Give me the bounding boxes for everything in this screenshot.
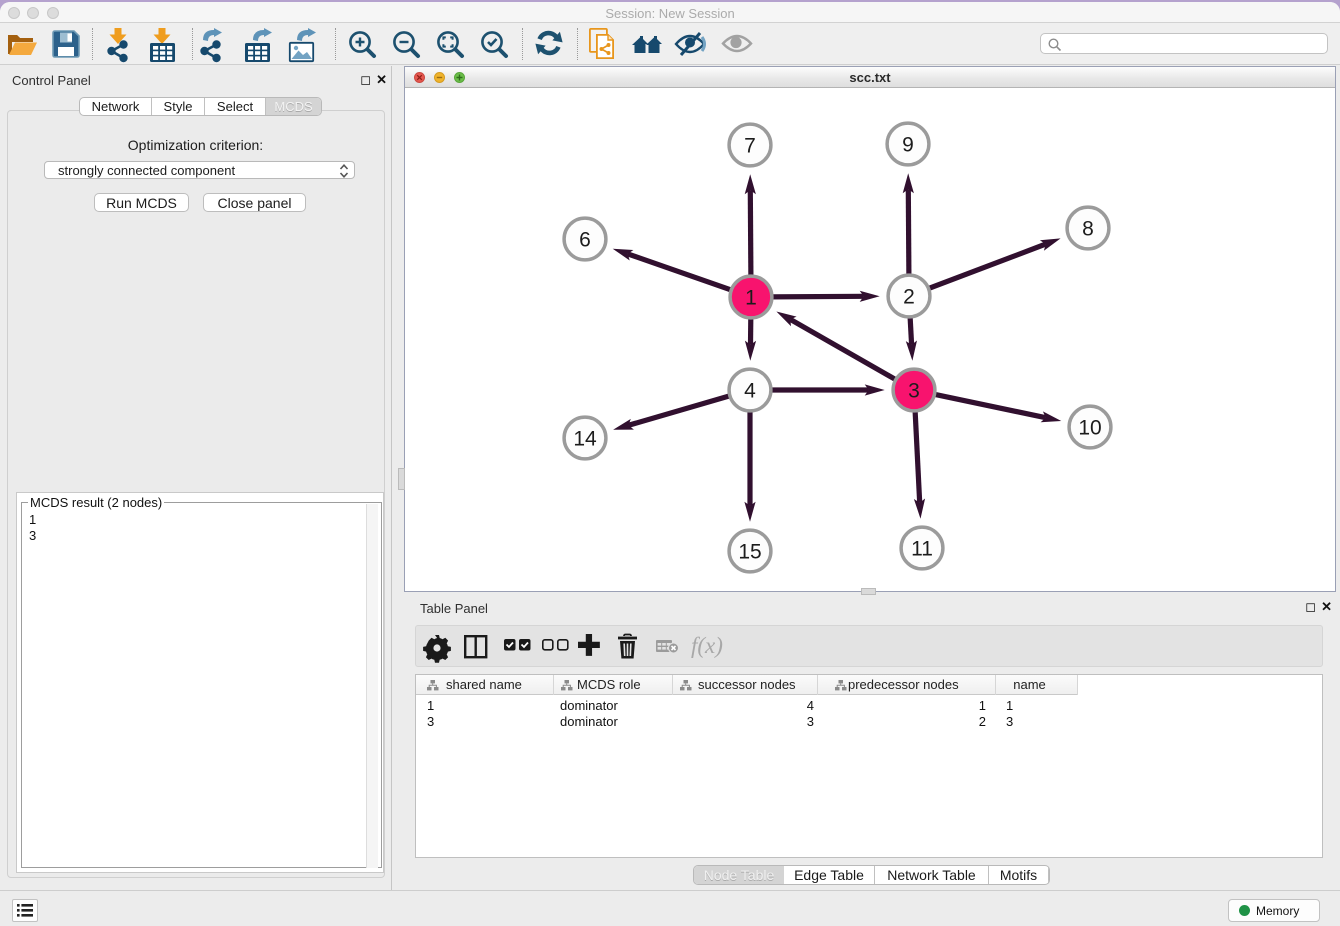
svg-text:6: 6 bbox=[579, 229, 591, 252]
svg-text:1: 1 bbox=[745, 287, 757, 310]
svg-text:15: 15 bbox=[738, 541, 761, 564]
svg-text:10: 10 bbox=[1078, 417, 1101, 440]
svg-text:11: 11 bbox=[911, 538, 933, 561]
svg-text:8: 8 bbox=[1082, 218, 1094, 241]
svg-text:2: 2 bbox=[903, 286, 915, 309]
svg-text:3: 3 bbox=[908, 380, 920, 403]
svg-text:7: 7 bbox=[744, 135, 756, 158]
svg-text:14: 14 bbox=[573, 428, 597, 451]
svg-text:4: 4 bbox=[744, 380, 756, 403]
svg-text:9: 9 bbox=[902, 134, 914, 157]
svg-text:f(x): f(x) bbox=[691, 633, 723, 658]
